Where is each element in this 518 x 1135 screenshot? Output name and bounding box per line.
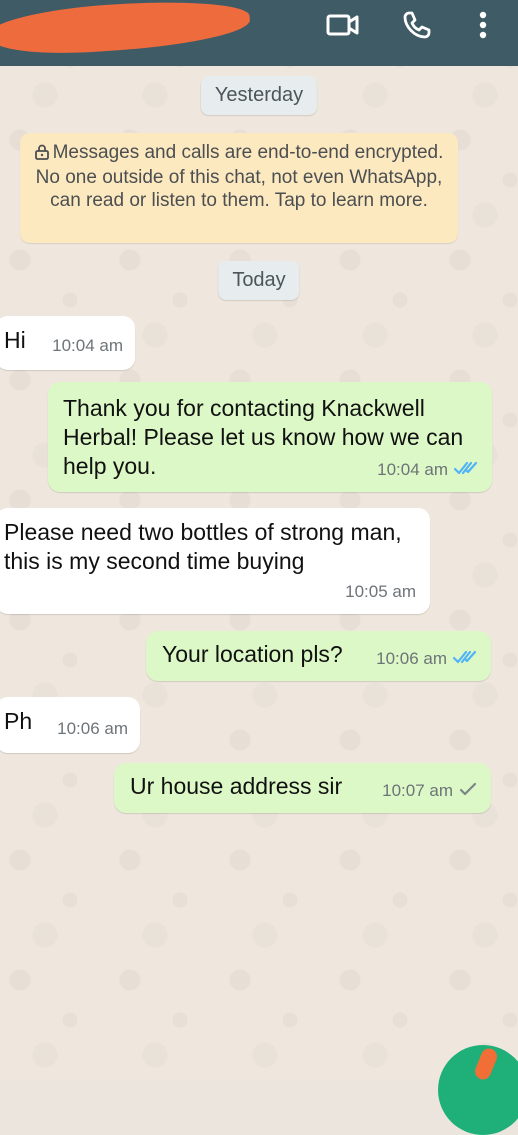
- message-time: 10:07 am: [382, 781, 453, 800]
- encryption-text: Messages and calls are end-to-end encryp…: [35, 142, 444, 211]
- message-time: 10:05 am: [345, 582, 416, 601]
- lock-icon: [34, 143, 49, 166]
- message-time: 10:04 am: [377, 460, 448, 479]
- message-time: 10:06 am: [376, 649, 447, 668]
- message-meta: 10:04 am: [52, 331, 123, 360]
- more-options-icon[interactable]: [466, 8, 500, 42]
- message-meta: 10:05 am: [345, 577, 416, 606]
- date-chip-today: Today: [218, 261, 300, 300]
- message-bubble-outgoing[interactable]: Ur house address sir 10:07 am: [114, 763, 491, 813]
- encryption-notice[interactable]: Messages and calls are end-to-end encryp…: [20, 133, 458, 243]
- message-meta: 10:04 am: [377, 455, 478, 484]
- message-meta: 10:06 am: [376, 644, 477, 673]
- message-bubble-incoming[interactable]: Hi 10:04 am: [0, 316, 135, 370]
- voice-call-icon[interactable]: [400, 8, 434, 42]
- chat-header: [0, 0, 518, 66]
- single-check-sent-icon: [459, 776, 477, 805]
- double-check-read-icon: [453, 455, 478, 484]
- date-chip-yesterday: Yesterday: [200, 76, 318, 115]
- message-text: Please need two bottles of strong man, t…: [4, 519, 402, 574]
- compose-fab-button[interactable]: [438, 1045, 518, 1135]
- message-bubble-outgoing[interactable]: Your location pls? 10:06 am: [146, 631, 491, 681]
- video-call-icon[interactable]: [326, 8, 360, 42]
- message-bubble-incoming[interactable]: Please need two bottles of strong man, t…: [0, 508, 430, 614]
- message-time: 10:06 am: [57, 719, 128, 738]
- double-check-read-icon: [452, 644, 477, 673]
- message-meta: 10:06 am: [57, 714, 128, 743]
- contact-name-redaction[interactable]: [0, 0, 252, 60]
- message-bubble-outgoing[interactable]: Thank you for contacting Knackwell Herba…: [48, 382, 492, 492]
- message-meta: 10:07 am: [382, 776, 477, 805]
- message-bubble-incoming[interactable]: Ph 10:06 am: [0, 697, 140, 753]
- message-time: 10:04 am: [52, 336, 123, 355]
